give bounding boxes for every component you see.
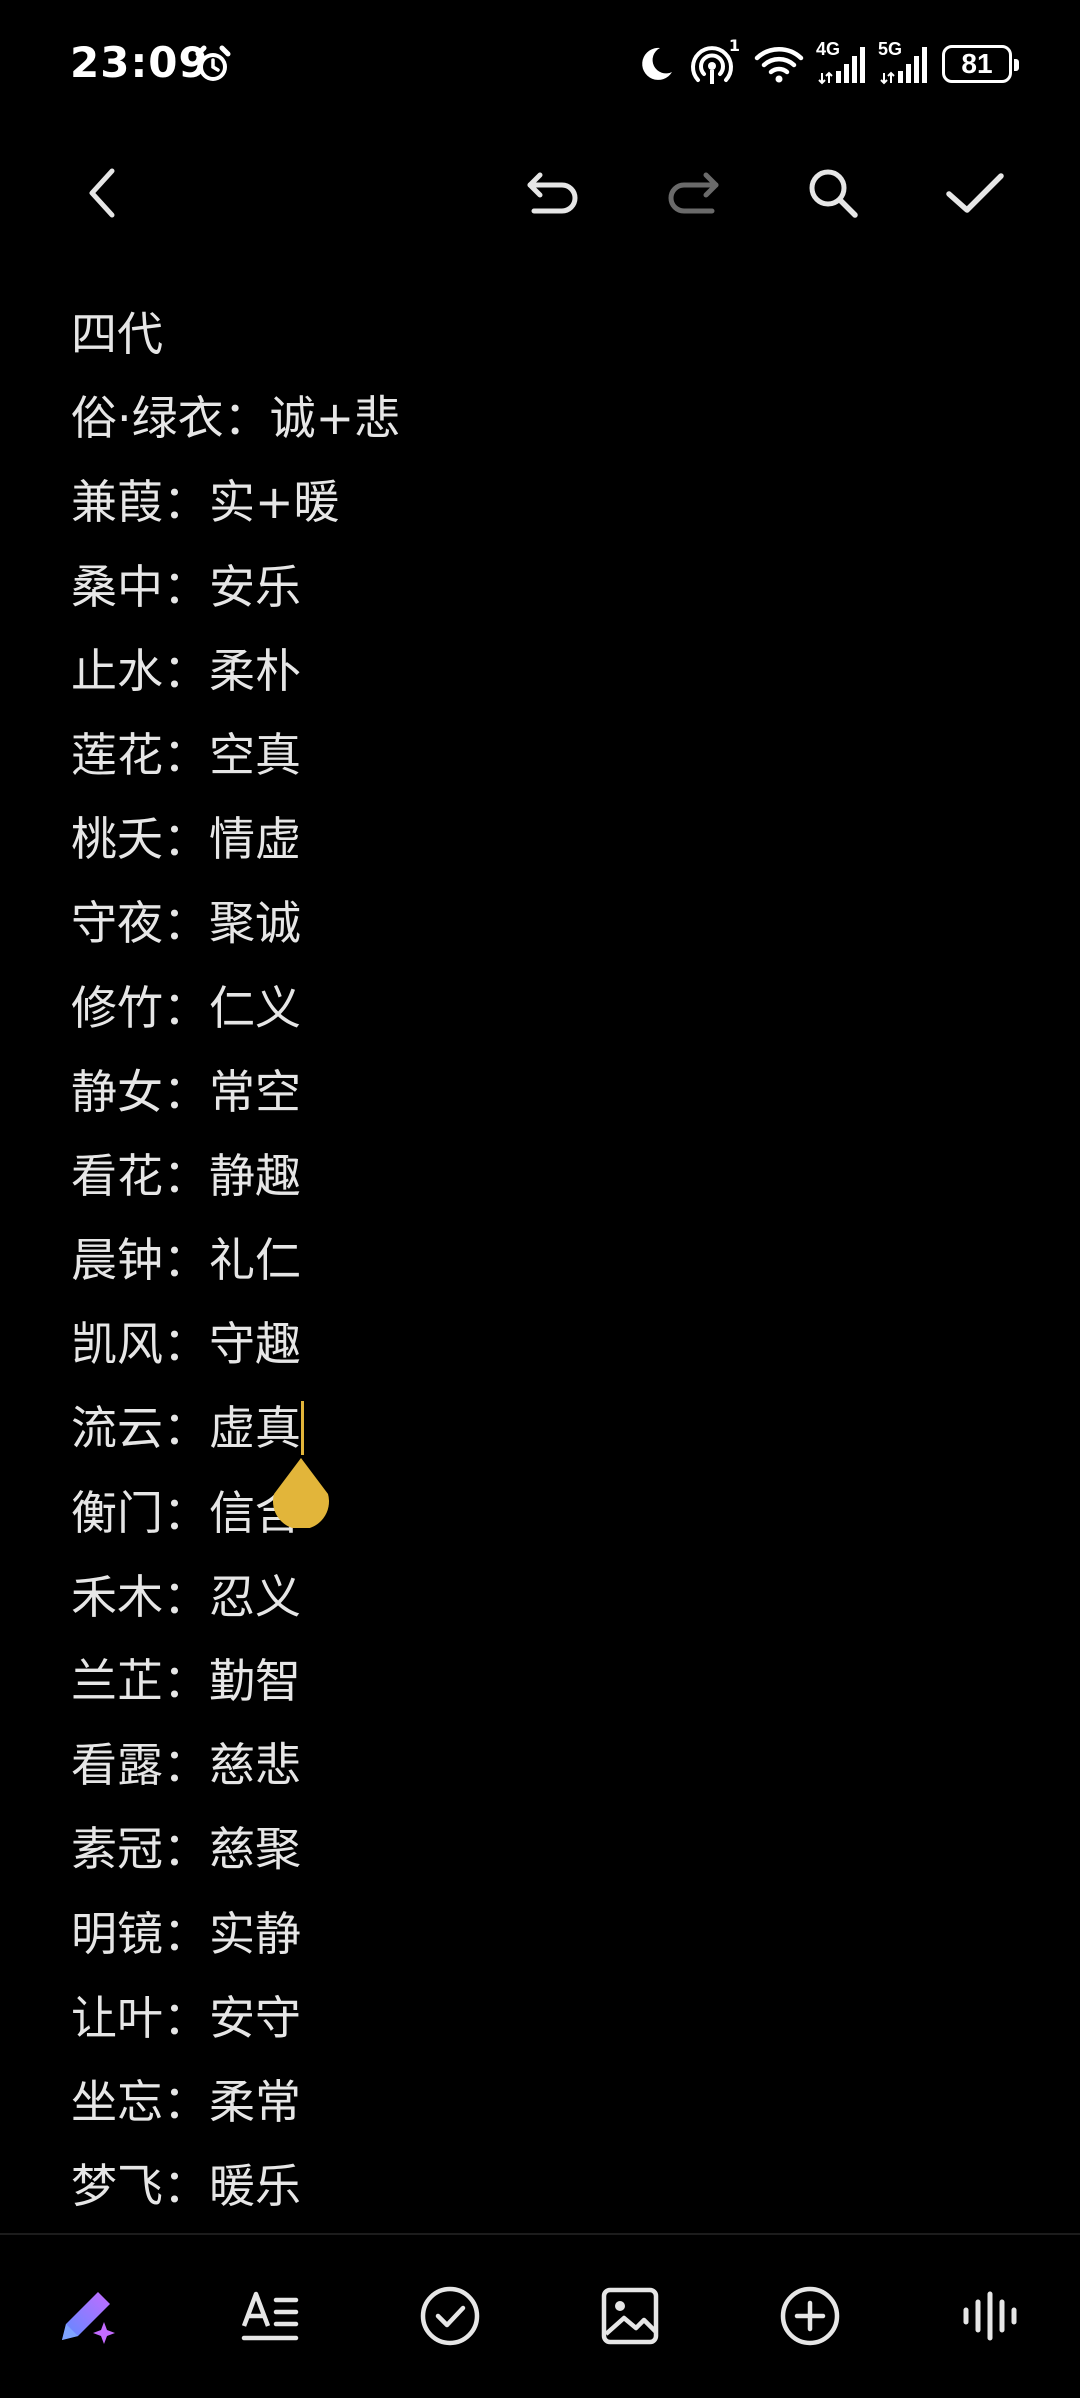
- ai-assist-button[interactable]: [50, 2280, 126, 2356]
- note-line[interactable]: 看露：慈悲: [71, 1723, 1011, 1807]
- signal-icon: 5G: [878, 39, 928, 85]
- undo-icon: [522, 167, 584, 223]
- note-line-active[interactable]: 流云：虚真: [71, 1386, 1011, 1470]
- note-line[interactable]: 四代: [71, 292, 1011, 376]
- hotspot-icon: 1: [690, 36, 740, 86]
- note-line[interactable]: 衡门：信含: [71, 1471, 1011, 1555]
- note-line[interactable]: 桑中：安乐: [71, 545, 1011, 629]
- voice-icon: [958, 2284, 1022, 2352]
- note-line[interactable]: 明镜：实静: [71, 1892, 1011, 1976]
- done-button[interactable]: [940, 160, 1010, 230]
- note-line[interactable]: 凯风：守趣: [71, 1302, 1011, 1386]
- insert-image-button[interactable]: [592, 2280, 668, 2356]
- back-button[interactable]: [68, 160, 138, 230]
- note-line[interactable]: 止水：柔朴: [71, 629, 1011, 713]
- note-line[interactable]: 桃夭：情虚: [71, 797, 1011, 881]
- note-line[interactable]: 素冠：慈聚: [71, 1807, 1011, 1891]
- battery-level: 81: [961, 48, 993, 79]
- search-button[interactable]: [798, 160, 868, 230]
- editor-toolbar: [0, 140, 1080, 250]
- text-caret: [301, 1400, 304, 1455]
- note-line-text: 流云：虚真: [71, 1401, 301, 1456]
- status-time: 23:09: [70, 38, 209, 87]
- note-line[interactable]: 莲花：空真: [71, 713, 1011, 797]
- caret-drag-handle[interactable]: [270, 1456, 332, 1530]
- add-button[interactable]: [772, 2280, 848, 2356]
- note-line[interactable]: 让叶：安守: [71, 1976, 1011, 2060]
- note-line[interactable]: 俗·绿衣：诚+悲: [71, 376, 1011, 460]
- note-line[interactable]: 静女：常空: [71, 1050, 1011, 1134]
- alarm-icon: [192, 44, 234, 86]
- status-bar: 23:09 1 4G 5G 81: [0, 0, 1080, 130]
- note-line[interactable]: 看花：静趣: [71, 1134, 1011, 1218]
- note-line[interactable]: 梦飞：暖乐: [71, 2144, 1011, 2228]
- voice-input-button[interactable]: [952, 2280, 1028, 2356]
- undo-button[interactable]: [518, 160, 588, 230]
- text-format-icon: [238, 2284, 302, 2352]
- check-icon: [943, 168, 1007, 222]
- checklist-icon: [418, 2284, 482, 2352]
- note-line[interactable]: 禾木：忍义: [71, 1555, 1011, 1639]
- image-icon: [598, 2284, 662, 2352]
- note-line[interactable]: 守夜：聚诚: [71, 881, 1011, 965]
- note-editor[interactable]: 四代 俗·绿衣：诚+悲 兼葭：实+暖 桑中：安乐 止水：柔朴 莲花：空真 桃夭：…: [71, 292, 1011, 2228]
- network-type-label: 5G: [878, 39, 903, 59]
- ai-pen-icon: [52, 2280, 124, 2356]
- bottom-toolbar: [0, 2235, 1080, 2398]
- text-format-button[interactable]: [232, 2280, 308, 2356]
- wifi-icon: [754, 44, 804, 84]
- redo-button[interactable]: [658, 160, 728, 230]
- back-icon: [78, 163, 128, 227]
- battery-icon: 81: [942, 45, 1019, 83]
- note-line[interactable]: 晨钟：礼仁: [71, 1218, 1011, 1302]
- add-icon: [778, 2284, 842, 2352]
- hotspot-count: 1: [728, 36, 740, 55]
- redo-icon: [662, 167, 724, 223]
- note-line[interactable]: 坐忘：柔常: [71, 2060, 1011, 2144]
- checklist-button[interactable]: [412, 2280, 488, 2356]
- note-line[interactable]: 修竹：仁义: [71, 966, 1011, 1050]
- status-icons: 1 4G 5G 81: [636, 36, 1019, 90]
- note-line[interactable]: 兰芷：勤智: [71, 1639, 1011, 1723]
- signal-icon: 4G: [816, 39, 866, 85]
- search-icon: [803, 163, 863, 227]
- network-type-label: 4G: [816, 39, 841, 59]
- moon-icon: [636, 44, 676, 84]
- note-line[interactable]: 兼葭：实+暖: [71, 460, 1011, 544]
